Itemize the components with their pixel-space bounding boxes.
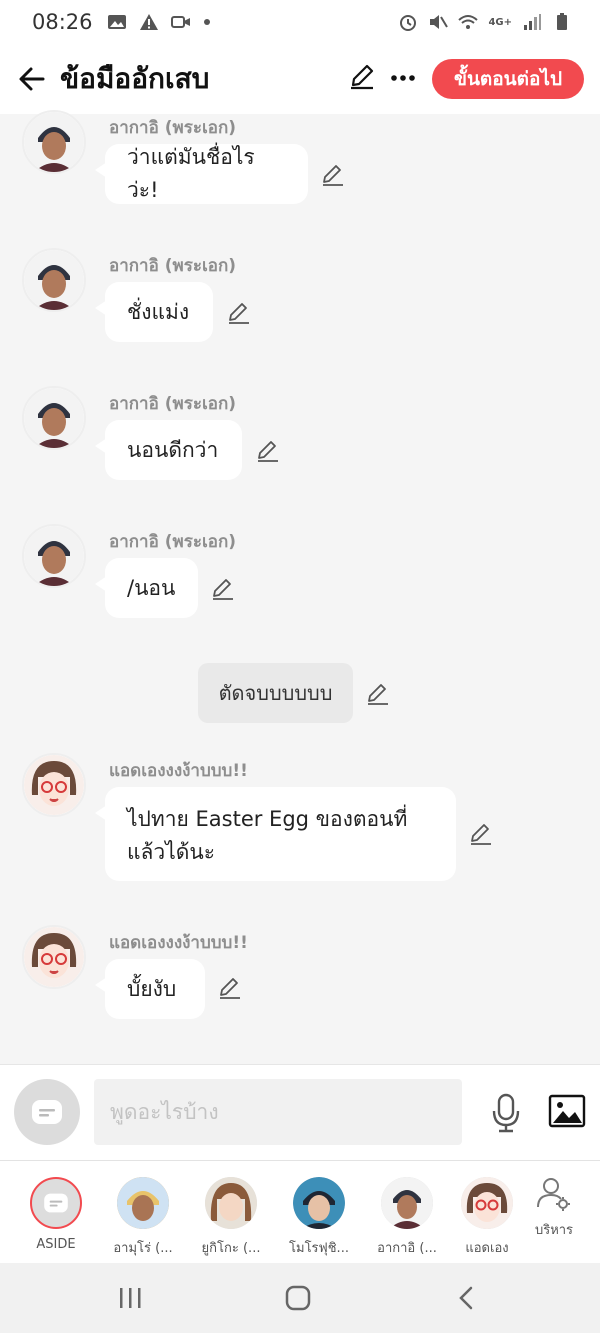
sender-name: แอดเองงงง้าบบบ!! [109, 933, 248, 953]
character-akai[interactable]: อากาอิ (... [369, 1177, 445, 1258]
warning-icon [139, 14, 158, 30]
status-time: 08:26 [32, 10, 93, 34]
message-box-icon [32, 1100, 62, 1124]
alarm-icon [400, 15, 417, 31]
avatar-akai[interactable] [22, 110, 86, 174]
avatar-akai[interactable] [22, 386, 86, 450]
admin-avatar-icon [461, 1177, 513, 1229]
message-line: แล้วได้นะ [127, 840, 216, 864]
character-admin[interactable]: แอดเอง [449, 1177, 525, 1258]
message-bubble[interactable]: ไปทาย Easter Egg ของตอนที่ แล้วได้นะ [95, 787, 456, 881]
network-type: 4G+ [488, 16, 512, 28]
pencil-icon[interactable] [320, 162, 346, 188]
page-title: ข้อมืออักเสบ [60, 62, 210, 95]
aside-avatar [30, 1177, 82, 1229]
character-morofushi[interactable]: โมโรฟุชิ... [281, 1177, 357, 1258]
system-icons: 4G+ [398, 13, 572, 31]
sender-name: อากาอิ (พระเอก) [109, 118, 237, 138]
message-bubble[interactable]: ว่าแต่มันชื่อไรว่ะ! [95, 144, 308, 204]
mute-icon [430, 15, 449, 29]
aside-toggle-button[interactable] [14, 1079, 80, 1145]
sender-name: แอดเองงงง้าบบบ!! [109, 761, 248, 781]
pencil-icon[interactable] [217, 975, 243, 1001]
pencil-icon[interactable] [365, 681, 391, 707]
message-input[interactable] [94, 1079, 462, 1145]
avatar-admin[interactable] [22, 925, 86, 989]
image-icon[interactable] [548, 1093, 586, 1129]
yukiko-avatar-icon [205, 1177, 257, 1229]
pencil-icon[interactable] [255, 438, 281, 464]
message-bubble[interactable]: นอนดีกว่า [95, 420, 242, 480]
character-avatar [205, 1177, 257, 1229]
back-nav-button[interactable] [446, 1283, 486, 1313]
character-label: ASIDE [36, 1237, 76, 1252]
avatar-admin[interactable] [22, 753, 86, 817]
character-label: อามุโร่ (... [113, 1241, 173, 1256]
chevron-left-icon [459, 1286, 473, 1310]
user-settings-icon [537, 1178, 570, 1211]
arrow-left-icon [19, 67, 45, 91]
character-label: แอดเอง [465, 1241, 509, 1256]
sender-name: อากาอิ (พระเอก) [109, 532, 237, 552]
character-avatar [117, 1177, 169, 1229]
admin-avatar-icon [24, 927, 84, 987]
character-avatar [461, 1177, 513, 1229]
home-button[interactable] [278, 1283, 318, 1313]
chat-area: อากาอิ (พระเอก) ว่าแต่มันชื่อไรว่ะ! อากา… [0, 110, 600, 1064]
character-avatar [381, 1177, 433, 1229]
back-button[interactable] [12, 59, 52, 99]
sender-name: อากาอิ (พระเอก) [109, 256, 237, 276]
pencil-icon[interactable] [226, 300, 252, 326]
akai-avatar-icon [24, 526, 84, 586]
message-bubble[interactable]: /นอน [95, 558, 198, 618]
recent-apps-icon [120, 1288, 141, 1308]
manage-characters-button[interactable]: บริหาร [524, 1175, 584, 1240]
akai-avatar-icon [381, 1177, 433, 1229]
character-yukiko[interactable]: ยูกิโกะ (... [193, 1177, 269, 1258]
dot-icon [203, 19, 210, 25]
microphone-icon[interactable] [488, 1093, 524, 1133]
pencil-icon[interactable] [468, 821, 494, 847]
akai-avatar-icon [24, 388, 84, 448]
message-bubble[interactable]: ชั่งแม่ง [95, 282, 213, 342]
akai-avatar-icon [24, 250, 84, 310]
akai-avatar-icon [24, 112, 84, 172]
pencil-icon[interactable] [210, 576, 236, 602]
character-aside[interactable]: ASIDE [18, 1177, 94, 1252]
pencil-icon [351, 64, 374, 90]
message-box-icon [44, 1193, 68, 1213]
admin-avatar-icon [24, 755, 84, 815]
edit-title-button[interactable] [348, 62, 380, 94]
home-icon [285, 1285, 311, 1311]
narration-bubble[interactable]: ตัดจบบบบบบ [198, 663, 353, 723]
signal-icon [524, 14, 541, 30]
wifi-icon [458, 15, 479, 29]
status-bar: 08:26 4G+ [0, 0, 600, 44]
more-options-button[interactable] [388, 62, 418, 94]
video-icon [170, 16, 190, 28]
sender-name: อากาอิ (พระเอก) [109, 394, 237, 414]
app-bar: ข้อมืออักเสบ ขั้นตอนต่อไป [0, 44, 600, 114]
more-dots-icon [391, 75, 415, 81]
next-step-button[interactable]: ขั้นตอนต่อไป [432, 59, 584, 99]
gallery-icon [107, 15, 126, 29]
notification-icons [107, 13, 211, 31]
morofushi-avatar-icon [293, 1177, 345, 1229]
avatar-akai[interactable] [22, 524, 86, 588]
composer [0, 1064, 600, 1160]
character-label: ยูกิโกะ (... [201, 1241, 261, 1256]
character-label: โมโรฟุชิ... [289, 1241, 349, 1256]
system-nav-bar [0, 1263, 600, 1333]
message-bubble[interactable]: บั้ยงับ [95, 959, 205, 1019]
character-bar: ASIDE อามุโร่ (... ยูกิโกะ (... โมโรฟุชิ… [0, 1160, 600, 1263]
recent-apps-button[interactable] [110, 1283, 150, 1313]
message-line: ไปทาย Easter Egg ของตอนที่ [127, 807, 408, 831]
amuro-avatar-icon [117, 1177, 169, 1229]
character-amuro[interactable]: อามุโร่ (... [105, 1177, 181, 1258]
character-avatar [293, 1177, 345, 1229]
battery-icon [557, 13, 567, 30]
character-label: อากาอิ (... [377, 1241, 437, 1256]
manage-label: บริหาร [534, 1223, 574, 1238]
avatar-akai[interactable] [22, 248, 86, 312]
